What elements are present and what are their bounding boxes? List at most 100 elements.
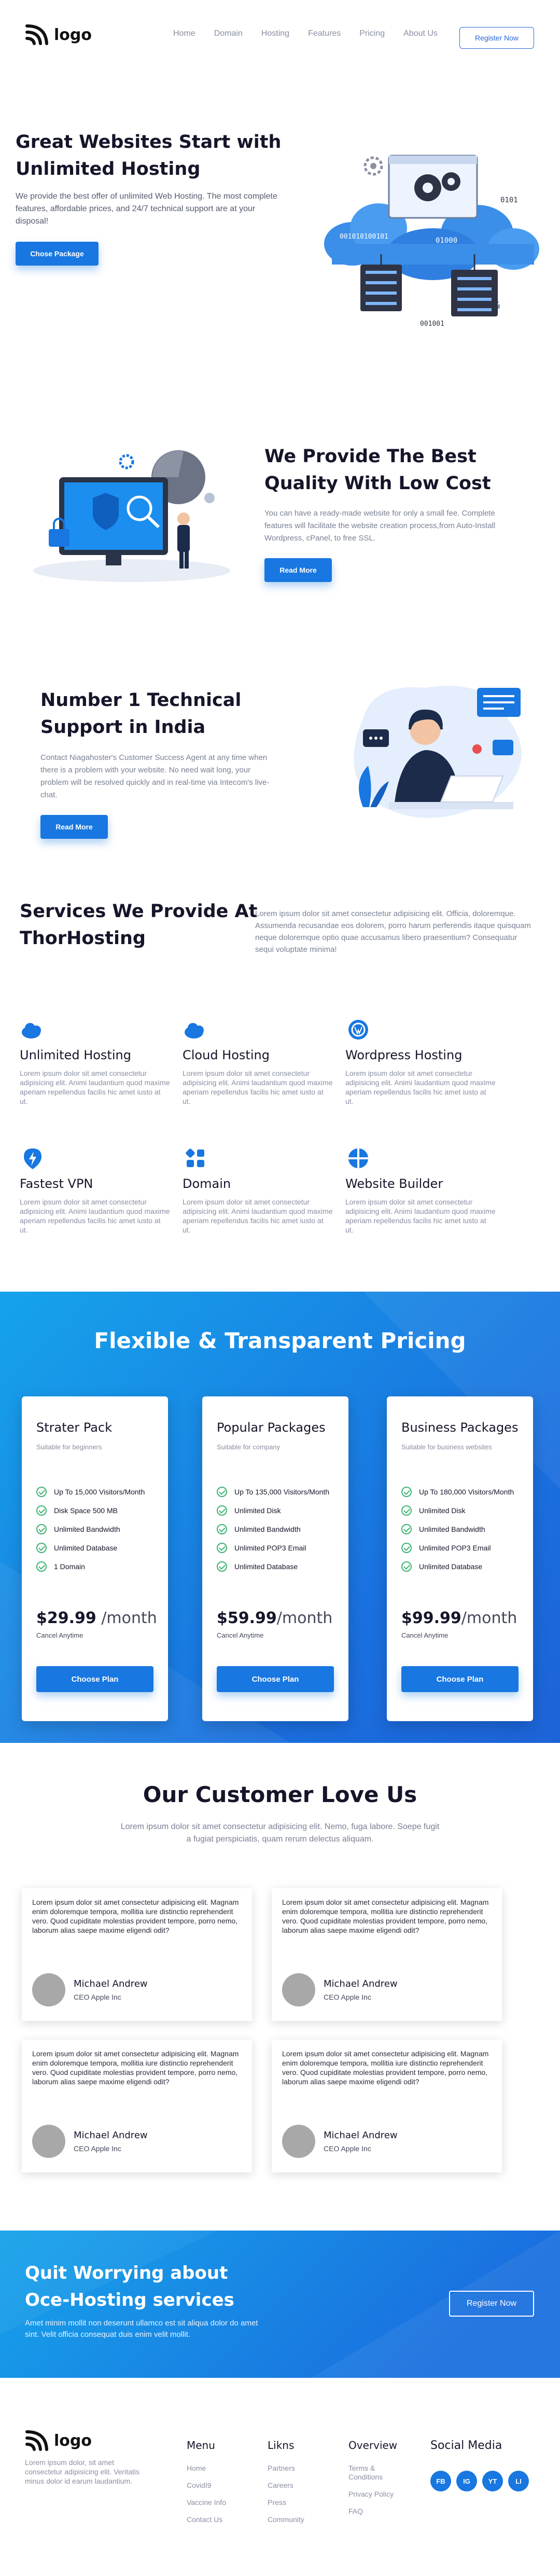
footer-link[interactable]: Privacy Policy bbox=[348, 2490, 405, 2499]
footer-link[interactable]: Community bbox=[268, 2515, 304, 2524]
ill-code-d: 001001 bbox=[420, 320, 444, 328]
nav-pricing[interactable]: Pricing bbox=[359, 29, 385, 38]
footer-link[interactable]: Vaccine Info bbox=[187, 2498, 226, 2507]
linkedin-icon[interactable]: LI bbox=[508, 2471, 529, 2491]
hero-title: Great Websites Start with Unlimited Host… bbox=[16, 132, 282, 179]
footer-link[interactable]: CovidI9 bbox=[187, 2481, 226, 2490]
service-name: Wordpress Hosting bbox=[345, 1048, 463, 1062]
footer-column-overview: Overview Terms & Conditions Privacy Poli… bbox=[348, 2439, 405, 2524]
service-card[interactable]: Unlimited Hosting Lorem ipsum dolor sit … bbox=[20, 1017, 170, 1106]
plan-price-period: /month bbox=[461, 1609, 517, 1627]
plan-subtitle: Suitable for business websites bbox=[401, 1443, 492, 1451]
choose-plan-button[interactable]: Choose Plan bbox=[217, 1666, 334, 1692]
plan-price-amount: $59.99 bbox=[217, 1609, 277, 1627]
service-desc: Lorem ipsum dolor sit amet consectetur a… bbox=[20, 1069, 170, 1105]
choose-plan-button[interactable]: Choose Plan bbox=[401, 1666, 519, 1692]
pricing-card: Business Packages Suitable for business … bbox=[387, 1396, 533, 1721]
check-circle-icon bbox=[36, 1543, 47, 1553]
plan-feature-label: Disk Space 500 MB bbox=[54, 1506, 118, 1515]
service-desc: Lorem ipsum dolor sit amet consectetur a… bbox=[183, 1198, 333, 1234]
services-title: Services We Provide At ThorHosting bbox=[20, 901, 258, 949]
plan-feature-label: Unlimited Bandwidth bbox=[54, 1525, 120, 1533]
footer-link[interactable]: Home bbox=[187, 2464, 226, 2473]
quality-title: We Provide The Best Quality With Low Cos… bbox=[264, 446, 491, 494]
nav-hosting[interactable]: Hosting bbox=[261, 29, 289, 38]
nav-features[interactable]: Features bbox=[308, 29, 341, 38]
chose-package-button[interactable]: Chose Package bbox=[16, 242, 99, 266]
plan-feature: Unlimited Database bbox=[401, 1557, 526, 1576]
pricing-title: Flexible & Transparent Pricing bbox=[94, 1328, 466, 1353]
plan-feature-label: Unlimited Database bbox=[234, 1562, 298, 1571]
plan-feature-label: Unlimited Bandwidth bbox=[234, 1525, 301, 1533]
cta-text: Amet minim mollit non deserunt ullamco e… bbox=[25, 2319, 258, 2339]
plan-price-period: /month bbox=[101, 1609, 157, 1627]
nav-home[interactable]: Home bbox=[173, 29, 195, 38]
footer-logo[interactable]: logo bbox=[25, 2430, 92, 2452]
check-circle-icon bbox=[217, 1487, 227, 1497]
testimonial-name: Michael Andrew bbox=[324, 1978, 398, 1989]
footer-link[interactable]: Press bbox=[268, 2498, 304, 2507]
bolt-icon bbox=[24, 1148, 41, 1169]
hero-text: We provide the best offer of unlimited W… bbox=[16, 192, 277, 226]
plan-feature: Up To 15,000 Visitors/Month bbox=[36, 1483, 161, 1501]
check-circle-icon bbox=[401, 1561, 412, 1572]
pricing-section: Flexible & Transparent Pricing Strater P… bbox=[0, 1292, 560, 1743]
service-card[interactable]: Wordpress Hosting Lorem ipsum dolor sit … bbox=[345, 1017, 496, 1106]
plan-feature-label: Unlimited POP3 Email bbox=[234, 1544, 306, 1552]
main-nav: Home Domain Hosting Features Pricing Abo… bbox=[173, 29, 456, 38]
youtube-icon[interactable]: YT bbox=[482, 2471, 503, 2491]
testimonial-role: CEO Apple Inc bbox=[74, 1993, 121, 2001]
testimonial-name: Michael Andrew bbox=[74, 1978, 148, 1989]
plan-feature: 1 Domain bbox=[36, 1557, 161, 1576]
testimonial-text: Lorem ipsum dolor sit amet consectetur a… bbox=[32, 2049, 239, 2086]
cta-section: Quit Worrying about Oce-Hosting services… bbox=[0, 2231, 560, 2378]
footer-link[interactable]: Careers bbox=[268, 2481, 304, 2490]
plan-name: Popular Packages bbox=[217, 1420, 326, 1435]
pricing-card: Strater Pack Suitable for beginners Up T… bbox=[22, 1396, 168, 1721]
footer-link[interactable]: Contact Us bbox=[187, 2515, 226, 2524]
testimonial-text: Lorem ipsum dolor sit amet consectetur a… bbox=[282, 1898, 489, 1934]
plan-feature-label: Unlimited Database bbox=[419, 1562, 483, 1571]
plan-feature-label: Unlimited Disk bbox=[234, 1506, 281, 1515]
nav-about-us[interactable]: About Us bbox=[403, 29, 438, 38]
nav-domain[interactable]: Domain bbox=[214, 29, 243, 38]
support-agent-illustration bbox=[354, 686, 522, 818]
avatar bbox=[282, 1973, 315, 2006]
testimonial-card: Lorem ipsum dolor sit amet consectetur a… bbox=[272, 2040, 502, 2172]
brand-name: logo bbox=[54, 25, 92, 44]
footer-link[interactable]: Terms & Conditions bbox=[348, 2464, 405, 2482]
check-circle-icon bbox=[401, 1524, 412, 1534]
service-card[interactable]: Domain Lorem ipsum dolor sit amet consec… bbox=[183, 1145, 333, 1235]
testimonial-role: CEO Apple Inc bbox=[324, 2144, 371, 2153]
page: logo Home Domain Hosting Features Pricin… bbox=[0, 0, 560, 2576]
quality-read-more-button[interactable]: Read More bbox=[264, 558, 332, 582]
footer-link[interactable]: Partners bbox=[268, 2464, 304, 2473]
instagram-icon[interactable]: IG bbox=[456, 2471, 477, 2491]
facebook-icon[interactable]: FB bbox=[430, 2471, 451, 2491]
cta-title: Quit Worrying about Oce-Hosting services bbox=[25, 2263, 234, 2310]
plan-feature: Unlimited POP3 Email bbox=[401, 1539, 526, 1557]
plan-name: Business Packages bbox=[401, 1420, 519, 1435]
service-card[interactable]: Cloud Hosting Lorem ipsum dolor sit amet… bbox=[183, 1017, 333, 1106]
check-circle-icon bbox=[217, 1524, 227, 1534]
testimonials-title: Our Customer Love Us bbox=[143, 1782, 417, 1807]
testimonials-subtitle: Lorem ipsum dolor sit amet consectetur a… bbox=[120, 1822, 440, 1844]
avatar bbox=[282, 2125, 315, 2158]
brand-logo[interactable]: logo bbox=[25, 24, 92, 46]
register-now-button[interactable]: Register Now bbox=[459, 27, 534, 49]
support-read-more-button[interactable]: Read More bbox=[40, 815, 108, 839]
check-circle-icon bbox=[401, 1487, 412, 1497]
check-circle-icon bbox=[36, 1505, 47, 1516]
footer-about: Lorem ipsum dolor, sit amet consectetur … bbox=[25, 2458, 139, 2485]
service-card[interactable]: Website Builder Lorem ipsum dolor sit am… bbox=[345, 1145, 496, 1235]
cta-register-button[interactable]: Register Now bbox=[449, 2291, 534, 2317]
quality-text: You can have a ready-made website for on… bbox=[264, 509, 496, 543]
service-card[interactable]: Fastest VPN Lorem ipsum dolor sit amet c… bbox=[20, 1145, 170, 1235]
footer-link[interactable]: FAQ bbox=[348, 2507, 405, 2516]
plan-subtitle: Suitable for company bbox=[217, 1443, 281, 1451]
plan-cancel-note: Cancel Anytime bbox=[217, 1631, 264, 1639]
security-monitor-illustration bbox=[33, 450, 230, 582]
choose-plan-button[interactable]: Choose Plan bbox=[36, 1666, 153, 1692]
plan-feature-list: Up To 15,000 Visitors/Month Disk Space 5… bbox=[36, 1483, 161, 1576]
service-desc: Lorem ipsum dolor sit amet consectetur a… bbox=[183, 1069, 333, 1105]
